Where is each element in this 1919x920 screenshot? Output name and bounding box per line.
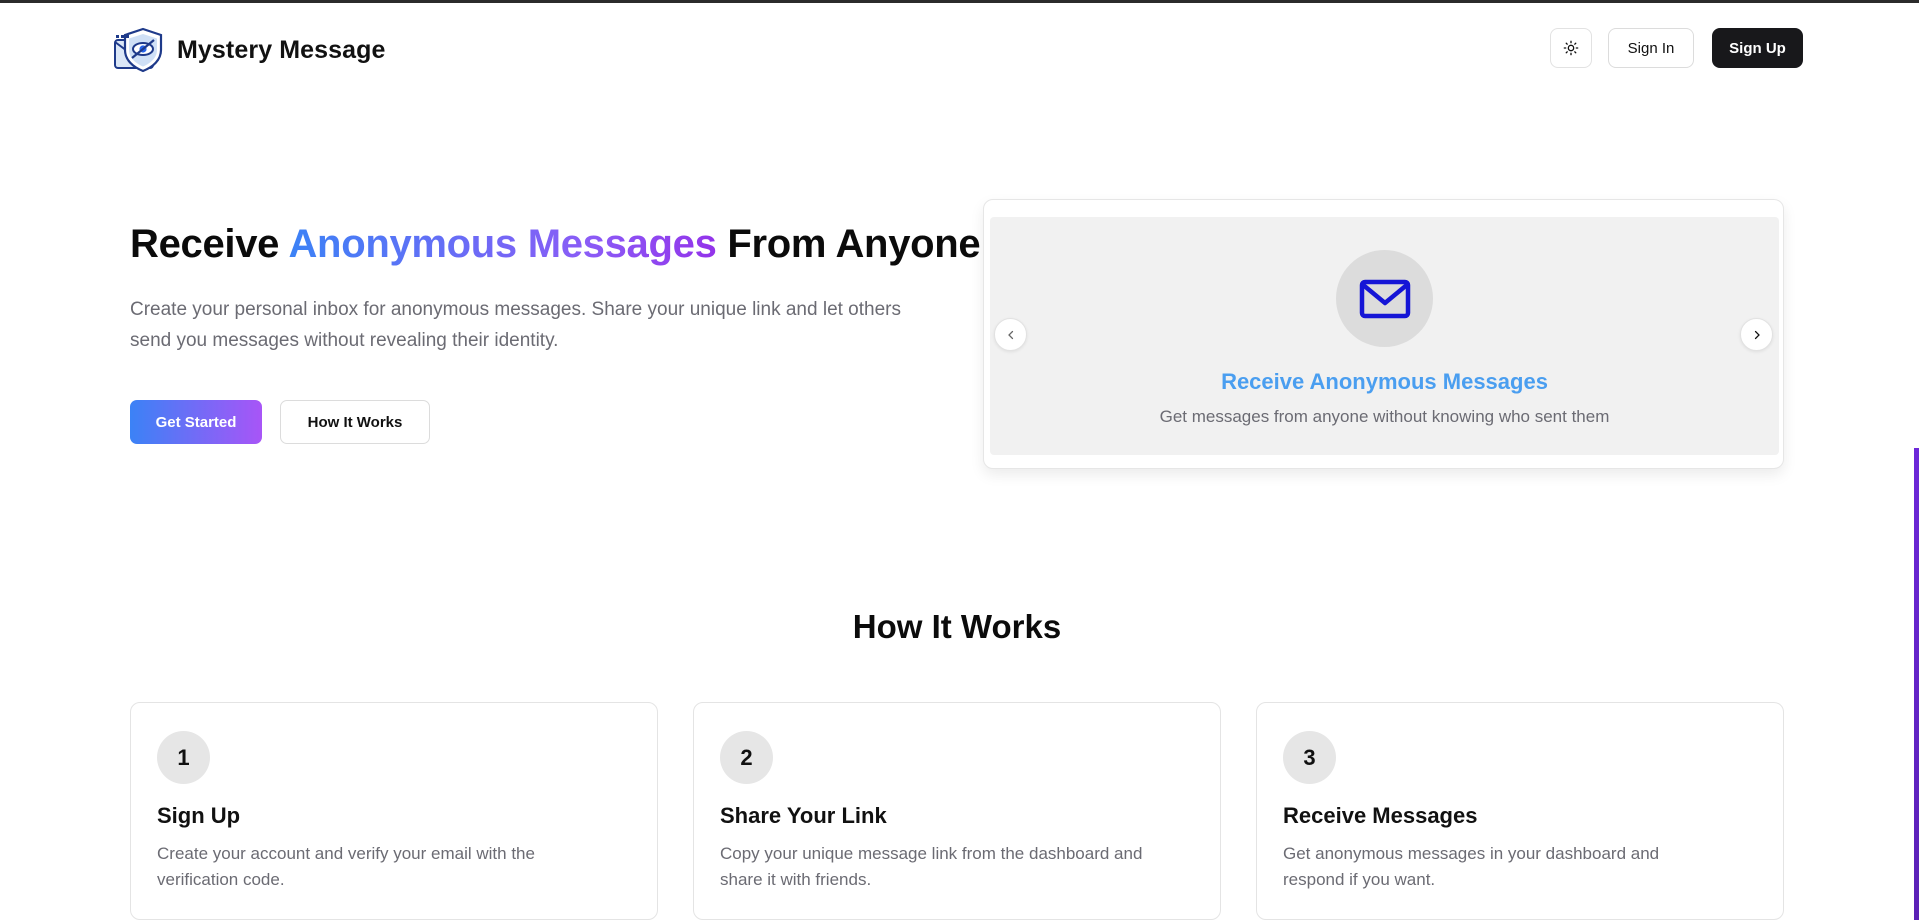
scrollbar-thumb[interactable]: [1914, 448, 1919, 920]
carousel-slide: Receive Anonymous Messages Get messages …: [990, 217, 1779, 455]
hero-title: Receive Anonymous Messages From Anyone: [130, 222, 981, 267]
sign-in-button[interactable]: Sign In: [1608, 28, 1694, 68]
site-header: Mystery Message Sign In Sign Up: [0, 3, 1914, 93]
how-it-works-button[interactable]: How It Works: [280, 400, 430, 444]
feature-carousel: Receive Anonymous Messages Get messages …: [983, 199, 1784, 469]
step-title: Receive Messages: [1283, 803, 1478, 828]
step-description: Get anonymous messages in your dashboard…: [1283, 844, 1660, 889]
carousel-next-button[interactable]: [1740, 318, 1773, 351]
step-title: Sign Up: [157, 803, 241, 828]
sun-icon: [1563, 40, 1579, 56]
step-card: 1 Sign Up Create your account and verify…: [130, 702, 658, 920]
chevron-right-icon: [1754, 330, 1760, 339]
brand-link[interactable]: Mystery Message: [113, 26, 386, 74]
slide-description: Get messages from anyone without knowing…: [1159, 407, 1610, 426]
theme-toggle-button[interactable]: [1550, 28, 1592, 68]
scrollbar[interactable]: [1914, 3, 1919, 920]
step-description: Copy your unique message link from the d…: [720, 844, 1143, 889]
step-card: 3 Receive Messages Get anonymous message…: [1256, 702, 1784, 920]
carousel-prev-button[interactable]: [994, 318, 1027, 351]
how-it-works-title: How It Works: [852, 608, 1062, 645]
step-description: Create your account and verify your emai…: [157, 844, 535, 889]
hero-subtitle: Create your personal inbox for anonymous…: [130, 299, 901, 351]
hero-title-highlight: Anonymous Messages: [288, 222, 717, 266]
step-card: 2 Share Your Link Copy your unique messa…: [693, 702, 1221, 920]
step-number: 1: [157, 731, 210, 784]
hero-title-suffix: From Anyone: [716, 222, 981, 266]
step-number: 2: [720, 731, 773, 784]
shield-eye-logo-icon: [114, 27, 163, 73]
slide-icon-circle: [1336, 250, 1433, 347]
sign-up-button[interactable]: Sign Up: [1712, 28, 1803, 68]
hero-title-prefix: Receive: [130, 222, 289, 266]
chevron-left-icon: [1007, 330, 1013, 339]
step-title: Share Your Link: [720, 803, 887, 828]
get-started-button[interactable]: Get Started: [130, 400, 262, 444]
step-number: 3: [1283, 731, 1336, 784]
scrollbar-track: [1914, 3, 1919, 448]
slide-title: Receive Anonymous Messages: [1221, 369, 1548, 394]
mail-icon: [1359, 279, 1410, 318]
brand-name: Mystery Message: [177, 35, 386, 64]
